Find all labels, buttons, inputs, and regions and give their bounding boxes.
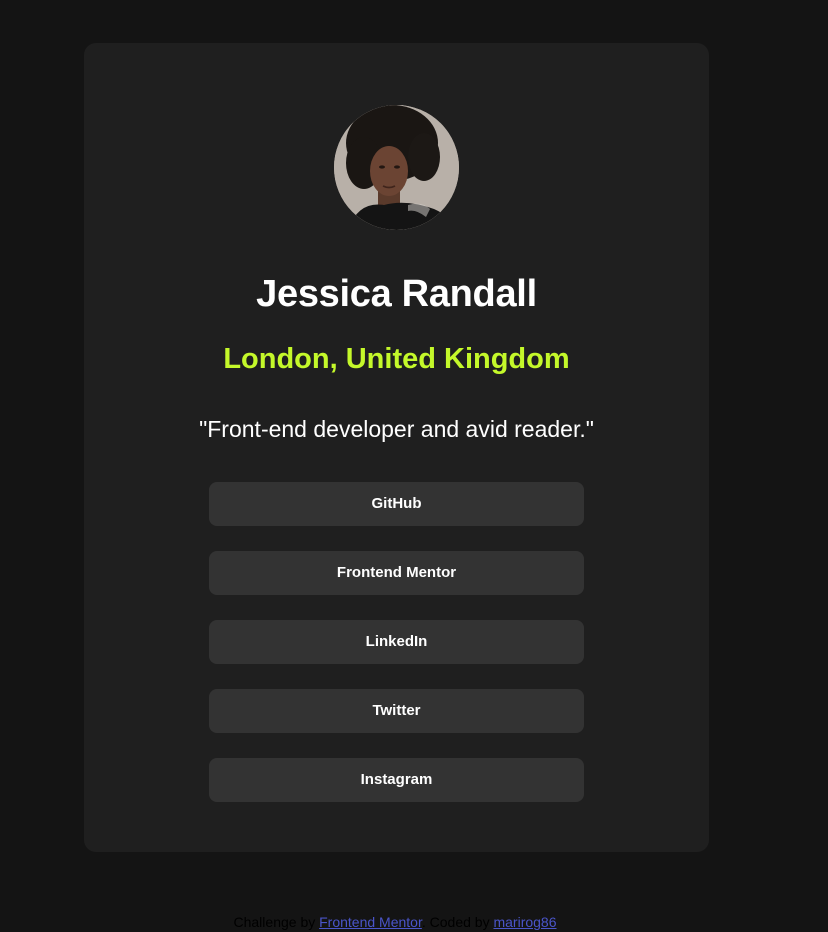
avatar-portrait	[334, 105, 459, 230]
github-link-button[interactable]: GitHub	[209, 482, 584, 526]
frontend-mentor-link-button[interactable]: Frontend Mentor	[209, 551, 584, 595]
frontend-mentor-attribution-link[interactable]: Frontend Mentor	[319, 914, 422, 930]
avatar	[334, 105, 459, 230]
attribution: Challenge by Frontend Mentor. Coded by m…	[0, 912, 790, 932]
linkedin-link-button[interactable]: LinkedIn	[209, 620, 584, 664]
twitter-link-button[interactable]: Twitter	[209, 689, 584, 733]
social-links: GitHub Frontend Mentor LinkedIn Twitter …	[209, 482, 584, 827]
profile-bio: "Front-end developer and avid reader."	[199, 416, 594, 442]
attribution-challenge-prefix: Challenge by	[233, 914, 320, 930]
author-attribution-link[interactable]: marirog86	[493, 914, 556, 930]
profile-card: Jessica Randall London, United Kingdom "…	[84, 43, 709, 852]
profile-location: London, United Kingdom	[223, 343, 570, 375]
attribution-coded-prefix: . Coded by	[421, 914, 494, 930]
profile-name: Jessica Randall	[256, 273, 537, 315]
instagram-link-button[interactable]: Instagram	[209, 758, 584, 802]
